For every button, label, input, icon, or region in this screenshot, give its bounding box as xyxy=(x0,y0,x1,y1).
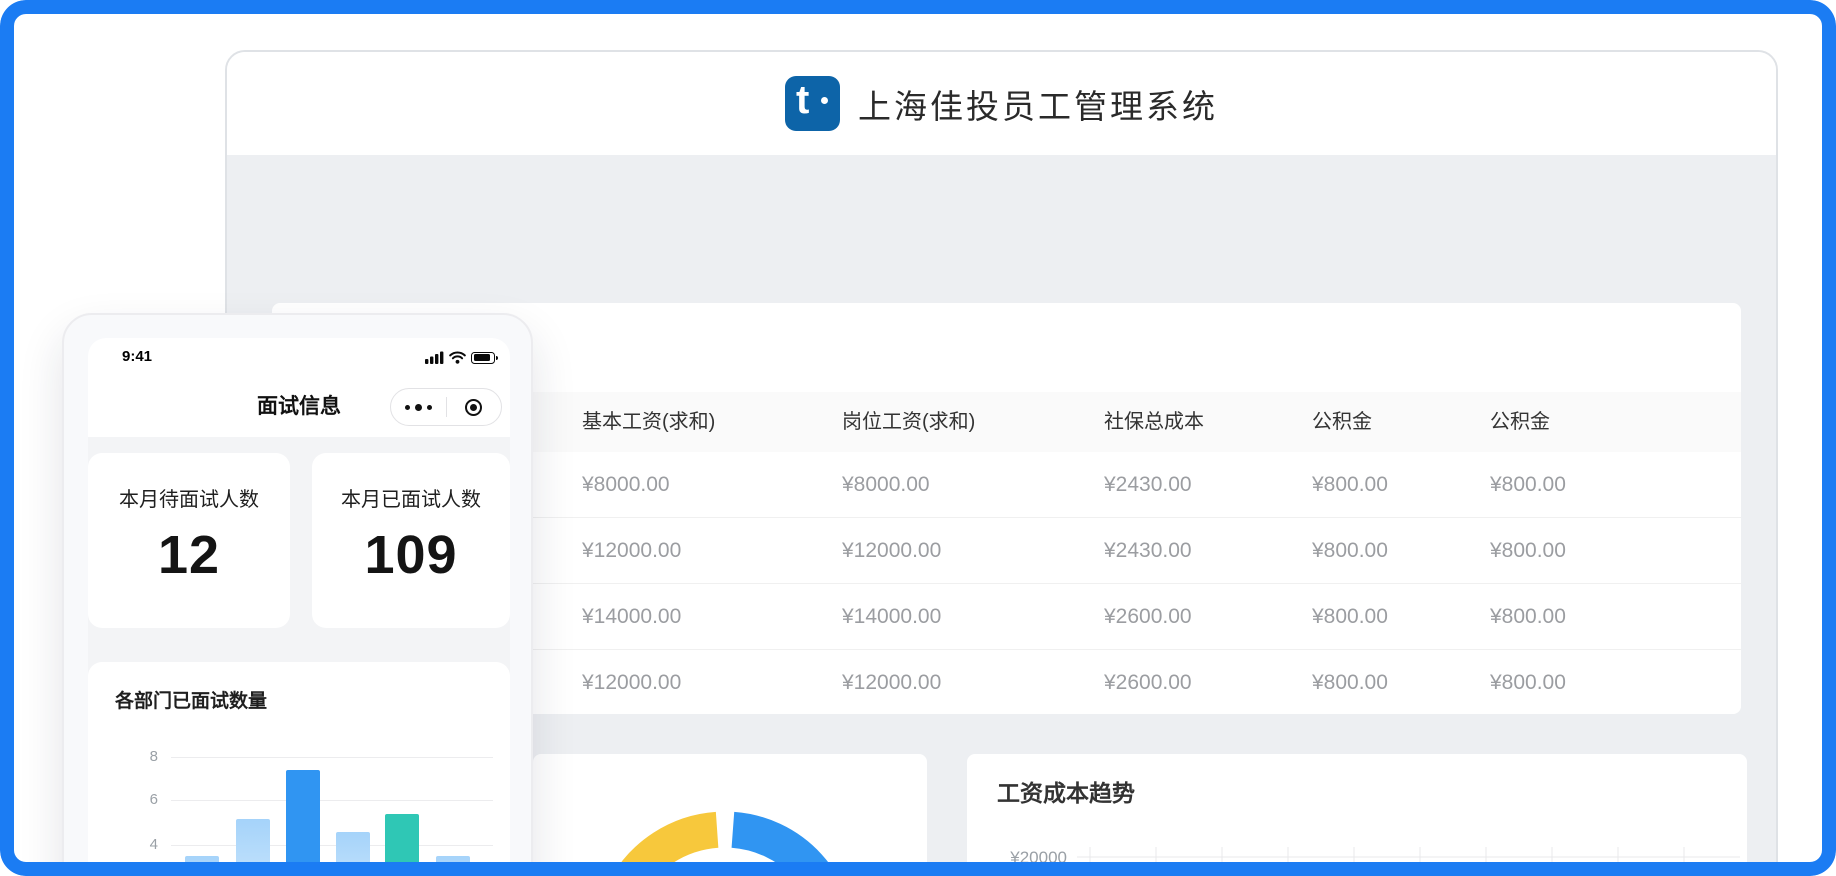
screenshot-canvas: t 上海佳投员工管理系统 部门工资汇总表 基本工资(求和)岗位工资(求和)社保总… xyxy=(0,0,1836,876)
trend-chart-title: 工资成本趋势 xyxy=(997,774,1135,808)
trend-svg: ¥20000¥15000¥10000 xyxy=(967,754,1747,876)
table-cell: ¥2430.00 xyxy=(1104,518,1192,583)
trend-line-chart: ¥20000¥15000¥10000 xyxy=(967,754,1747,876)
table-cell: ¥800.00 xyxy=(1312,584,1388,649)
y-axis-tick: ¥20000 xyxy=(1009,848,1067,867)
donut-svg xyxy=(533,754,927,876)
more-dots-icon xyxy=(405,404,432,411)
logo-dot xyxy=(821,97,828,104)
table-cell: ¥2430.00 xyxy=(1104,452,1192,517)
bar-1 xyxy=(185,856,219,876)
table-cell: ¥2600.00 xyxy=(1104,584,1192,649)
bar-gridline xyxy=(171,845,493,846)
wifi-icon xyxy=(449,351,466,364)
cellular-signal-icon xyxy=(425,351,444,364)
bar-6 xyxy=(436,856,470,876)
app-title: 上海佳投员工管理系统 xyxy=(858,80,1218,128)
bar-gridline xyxy=(171,757,493,758)
bar-y-tick: 6 xyxy=(134,791,158,808)
completed-interviews-label: 本月已面试人数 xyxy=(312,483,510,512)
salary-trend-card: 工资成本趋势 ¥20000¥15000¥10000 xyxy=(967,754,1747,876)
bar-2 xyxy=(236,819,270,876)
phone-mockup: 9:41 面试信息 xyxy=(62,313,533,876)
more-button[interactable] xyxy=(391,389,446,425)
bar-y-tick: 4 xyxy=(134,836,158,853)
status-icons xyxy=(425,351,495,364)
bar-3 xyxy=(286,770,320,876)
table-header-cell: 社保总成本 xyxy=(1104,392,1204,452)
table-cell: ¥12000.00 xyxy=(582,518,681,583)
table-cell: ¥800.00 xyxy=(1312,452,1388,517)
department-barchart-card: 各部门已面试数量 8 6 4 xyxy=(88,662,510,876)
completed-interviews-card: 本月已面试人数 109 xyxy=(312,453,510,628)
target-circle-icon xyxy=(465,399,482,416)
phone-screen: 9:41 面试信息 xyxy=(88,338,510,876)
table-cell: ¥12000.00 xyxy=(582,650,681,714)
table-cell: ¥14000.00 xyxy=(842,584,941,649)
table-cell: ¥800.00 xyxy=(1490,518,1566,583)
donut-chart-card xyxy=(533,754,927,876)
completed-interviews-value: 109 xyxy=(312,524,510,586)
pending-interviews-label: 本月待面试人数 xyxy=(88,483,290,512)
table-cell: ¥8000.00 xyxy=(842,452,930,517)
miniprogram-capsule xyxy=(390,388,502,426)
minimize-button[interactable] xyxy=(447,389,502,425)
bar-gridline xyxy=(171,800,493,801)
battery-icon xyxy=(471,352,495,364)
table-cell: ¥12000.00 xyxy=(842,518,941,583)
logo-glyph: t xyxy=(796,78,809,123)
table-header-cell: 公积金 xyxy=(1490,392,1550,452)
donut-chart xyxy=(533,754,927,876)
table-cell: ¥12000.00 xyxy=(842,650,941,714)
status-time: 9:41 xyxy=(122,348,152,365)
phone-header: 9:41 面试信息 xyxy=(88,338,510,437)
table-cell: ¥8000.00 xyxy=(582,452,670,517)
table-cell: ¥800.00 xyxy=(1490,584,1566,649)
table-header-cell: 基本工资(求和) xyxy=(582,392,715,452)
table-cell: ¥800.00 xyxy=(1312,518,1388,583)
bar-y-tick: 8 xyxy=(134,748,158,765)
table-cell: ¥800.00 xyxy=(1312,650,1388,714)
app-logo-icon: t xyxy=(785,76,840,131)
table-cell: ¥14000.00 xyxy=(582,584,681,649)
bar-4 xyxy=(336,832,370,876)
table-cell: ¥800.00 xyxy=(1490,452,1566,517)
pending-interviews-card: 本月待面试人数 12 xyxy=(88,453,290,628)
table-header-cell: 公积金 xyxy=(1312,392,1372,452)
blue-slice xyxy=(729,830,838,876)
yellow-slice xyxy=(625,830,717,876)
table-cell: ¥2600.00 xyxy=(1104,650,1192,714)
barchart-title: 各部门已面试数量 xyxy=(115,686,267,713)
table-header-cell: 岗位工资(求和) xyxy=(842,392,975,452)
table-cell: ¥800.00 xyxy=(1490,650,1566,714)
app-header: t 上海佳投员工管理系统 xyxy=(227,52,1776,155)
bar-5 xyxy=(385,814,419,876)
pending-interviews-value: 12 xyxy=(88,524,290,586)
